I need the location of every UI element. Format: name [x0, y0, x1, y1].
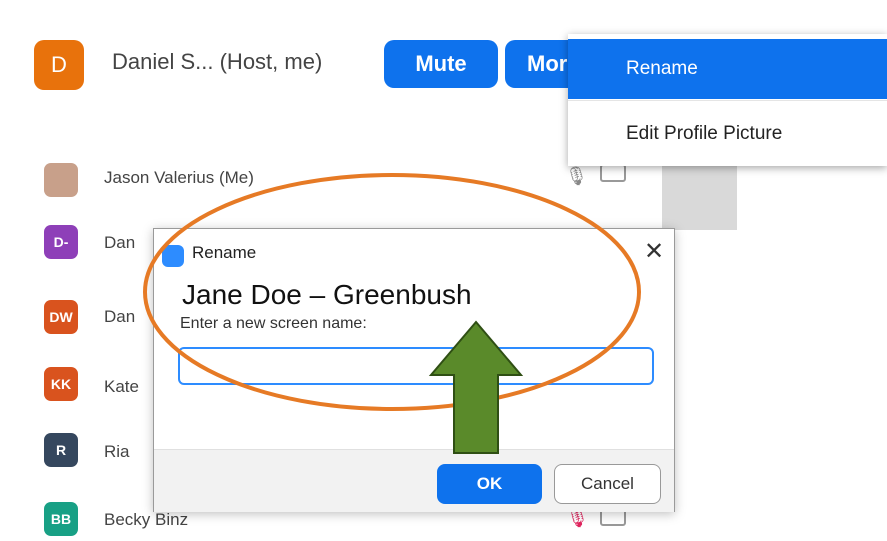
context-menu: Rename Edit Profile Picture — [568, 34, 887, 166]
mute-button[interactable]: Mute — [384, 40, 498, 88]
rename-dialog: Rename ✕ Jane Doe – Greenbush Enter a ne… — [153, 228, 675, 512]
menu-item-rename[interactable]: Rename — [568, 39, 887, 99]
participant-name: Kate — [104, 377, 139, 396]
participant-avatar: R — [44, 433, 78, 467]
participant-name: Dan — [104, 307, 136, 326]
participant-name: Becky Binz — [104, 510, 189, 529]
mic-icon[interactable]: 🎙 — [565, 166, 588, 187]
ok-button[interactable]: OK — [437, 464, 542, 504]
zoom-logo-icon — [162, 245, 184, 267]
name-prompt: Enter a new screen name: — [180, 315, 367, 332]
participant-avatar: D- — [44, 225, 78, 259]
host-avatar: D — [34, 40, 84, 90]
close-icon[interactable]: ✕ — [644, 237, 664, 266]
menu-divider — [568, 100, 887, 101]
dialog-title: Rename — [192, 243, 257, 262]
participant-avatar — [44, 163, 78, 197]
participant-avatar: KK — [44, 367, 78, 401]
participant-avatar: BB — [44, 502, 78, 536]
participant-name: Dan — [104, 233, 136, 252]
participant-avatar: DW — [44, 300, 78, 334]
cancel-button[interactable]: Cancel — [554, 464, 661, 504]
screen-name-input[interactable] — [178, 347, 654, 385]
participant-name: Ria — [104, 442, 130, 461]
participant-name: Jason Valerius (Me) — [104, 168, 254, 187]
menu-item-edit-profile-picture[interactable]: Edit Profile Picture — [568, 104, 887, 164]
host-name: Daniel S... (Host, me) — [112, 49, 323, 74]
video-icon[interactable] — [600, 164, 626, 182]
example-name-annotation: Jane Doe – Greenbush — [182, 279, 472, 310]
